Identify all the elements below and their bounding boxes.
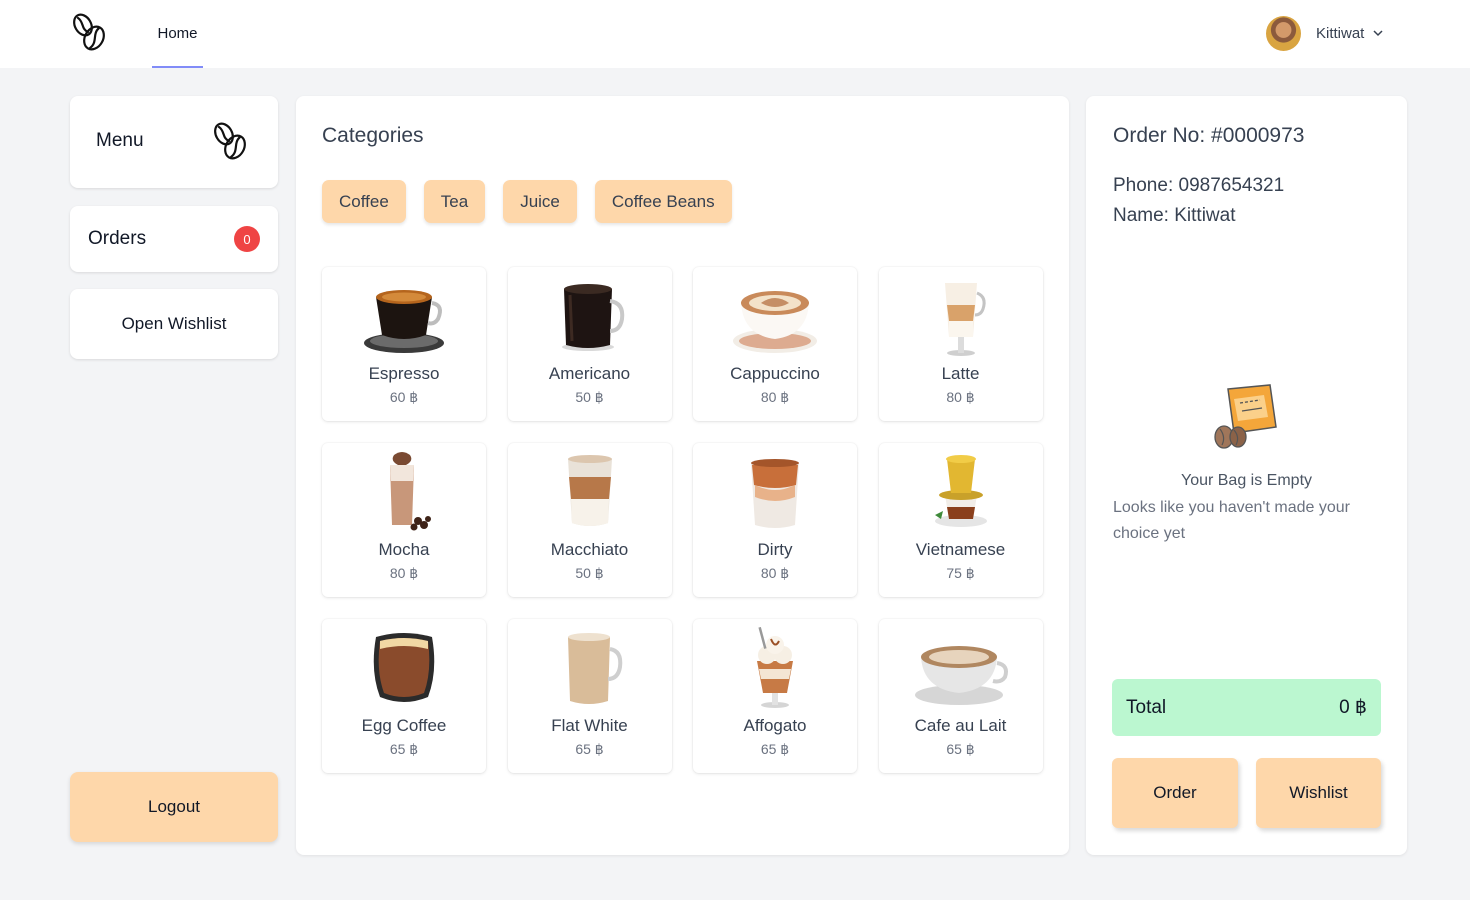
cappuccino-icon [733, 291, 817, 353]
orders-label: Orders [88, 228, 147, 249]
product-price: 65 ฿ [389, 741, 419, 757]
coffee-bag-icon [1214, 384, 1277, 449]
product-name: Dirty [757, 540, 793, 559]
menu-label: Menu [96, 130, 144, 151]
category-coffee-button[interactable]: Coffee [322, 180, 406, 223]
menu-card[interactable]: Menu [70, 96, 278, 188]
product-price: 50 ฿ [575, 389, 604, 405]
categories-title: Categories [322, 124, 424, 147]
product-card[interactable]: Espresso 60 ฿ [322, 267, 486, 421]
logout-button[interactable]: Logout [70, 772, 278, 842]
product-card[interactable]: Latte 80 ฿ [878, 267, 1043, 421]
product-card[interactable]: Americano 50 ฿ [507, 267, 672, 421]
product-card[interactable]: Flat White 65 ฿ [507, 619, 672, 773]
wishlist-button[interactable]: Wishlist [1256, 758, 1381, 828]
product-card[interactable]: Vietnamese 75 ฿ [878, 443, 1043, 597]
user-name: Kittiwat [1316, 24, 1365, 42]
egg-coffee-icon [373, 633, 435, 702]
nav-home-link[interactable]: Home [152, 0, 203, 68]
mocha-icon [390, 452, 431, 531]
total-value: 0 ฿ [1339, 697, 1367, 718]
customer-phone: Phone: 0987654321 [1113, 175, 1285, 196]
category-coffee-beans-button[interactable]: Coffee Beans [594, 180, 732, 223]
user-menu[interactable]: Kittiwat [1266, 15, 1384, 51]
latte-icon [944, 283, 986, 356]
product-price: 65 ฿ [760, 741, 790, 757]
vietnamese-icon [934, 455, 987, 527]
product-price: 65 ฿ [946, 741, 975, 757]
product-name: Flat White [551, 716, 628, 735]
empty-bag-subtitle: Looks like you haven't made your choice … [1113, 499, 1350, 542]
product-price: 60 ฿ [389, 389, 419, 405]
product-card[interactable]: Cafe au Lait 65 ฿ [878, 619, 1043, 773]
menu-panel: Categories Coffee Tea Juice Coffee Beans… [296, 96, 1069, 855]
orders-count-badge: 0 [234, 226, 260, 252]
empty-bag-title: Your Bag is Empty [1180, 472, 1313, 489]
product-card[interactable]: Affogato 65 ฿ [693, 619, 857, 773]
product-name: Vietnamese [915, 540, 1006, 559]
product-price: 65 ฿ [575, 741, 604, 757]
product-name: Affogato [743, 716, 807, 735]
product-card[interactable]: Egg Coffee 65 ฿ [322, 619, 486, 773]
product-card[interactable]: Cappuccino 80 ฿ [693, 267, 857, 421]
product-name: Americano [548, 364, 631, 383]
dirty-icon [751, 459, 799, 528]
chevron-down-icon [1373, 30, 1383, 37]
cafe-au-lait-icon [914, 646, 1008, 705]
product-name: Cafe au Lait [914, 716, 1007, 735]
avatar [1266, 15, 1301, 51]
product-name: Latte [941, 364, 980, 383]
product-price: 80 ฿ [760, 565, 790, 581]
product-name: Espresso [368, 364, 440, 383]
order-panel: Order No: #0000973 Phone: 0987654321 Nam… [1086, 96, 1407, 855]
americano-icon [561, 284, 624, 351]
product-grid: Espresso 60 ฿ Americano 50 ฿ Cappuccino … [322, 267, 1043, 773]
open-wishlist-button[interactable]: Open Wishlist [70, 289, 278, 359]
category-tea-button[interactable]: Tea [423, 180, 486, 223]
category-juice-button[interactable]: Juice [503, 180, 577, 223]
product-name: Egg Coffee [361, 716, 447, 735]
order-button[interactable]: Order [1112, 758, 1238, 828]
product-price: 75 ฿ [946, 565, 975, 581]
product-card[interactable]: Dirty 80 ฿ [693, 443, 857, 597]
category-list: Coffee Tea Juice Coffee Beans [322, 180, 732, 223]
coffee-beans-icon [214, 122, 246, 160]
product-name: Mocha [378, 540, 430, 559]
product-price: 80 ฿ [760, 389, 790, 405]
product-price: 80 ฿ [946, 389, 975, 405]
macchiato-icon [567, 455, 612, 526]
order-total: Total 0 ฿ [1112, 679, 1381, 736]
total-label: Total [1126, 696, 1167, 718]
product-price: 80 ฿ [389, 565, 419, 581]
affogato-icon [757, 627, 793, 708]
product-card[interactable]: Macchiato 50 ฿ [507, 443, 672, 597]
product-price: 50 ฿ [575, 565, 604, 581]
order-number: Order No: #0000973 [1113, 124, 1305, 147]
orders-card[interactable]: Orders 0 [70, 206, 278, 272]
flat-white-icon [567, 633, 622, 704]
top-navbar: Home Kittiwat [0, 0, 1470, 68]
espresso-icon [364, 290, 444, 353]
product-name: Cappuccino [730, 364, 820, 383]
customer-name: Name: Kittiwat [1113, 205, 1236, 226]
coffee-beans-logo-icon[interactable] [70, 12, 110, 54]
product-card[interactable]: Mocha 80 ฿ [322, 443, 486, 597]
product-name: Macchiato [550, 540, 629, 559]
